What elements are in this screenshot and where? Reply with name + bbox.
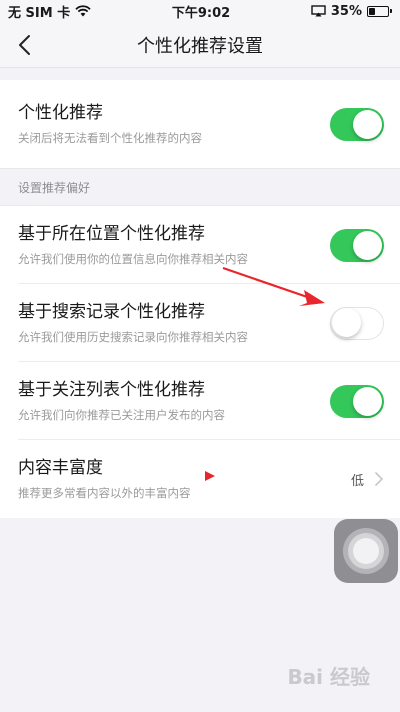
assistive-ring	[343, 528, 389, 574]
setting-title: 基于关注列表个性化推荐	[18, 380, 205, 400]
setting-subtitle: 允许我们使用历史搜索记录向你推荐相关内容	[18, 330, 248, 344]
carrier-label: 无 SIM 卡	[8, 5, 71, 21]
setting-row-personalized: 个性化推荐 关闭后将无法看到个性化推荐的内容	[0, 80, 400, 168]
toggle-knob	[332, 308, 361, 337]
toggle-knob	[353, 386, 382, 416]
personalized-toggle[interactable]	[330, 107, 384, 141]
setting-subtitle: 允许我们使用你的位置信息向你推荐相关内容	[18, 252, 248, 266]
status-bar: 无 SIM 卡 下午9:02 35%	[0, 0, 400, 22]
setting-text: 个性化推荐 关闭后将无法看到个性化推荐的内容	[18, 102, 330, 146]
follow-list-toggle[interactable]	[330, 384, 384, 418]
richness-value[interactable]: 低	[351, 470, 384, 489]
location-toggle[interactable]	[330, 228, 384, 262]
play-marker-icon	[205, 471, 215, 481]
battery-icon	[366, 5, 392, 17]
navigation-bar: 个性化推荐设置	[0, 22, 400, 68]
watermark: Bai 经验	[287, 665, 370, 689]
setting-title: 基于所在位置个性化推荐	[18, 224, 205, 244]
setting-text: 基于搜索记录个性化推荐 允许我们使用历史搜索记录向你推荐相关内容	[18, 301, 330, 345]
setting-subtitle: 关闭后将无法看到个性化推荐的内容	[18, 131, 202, 145]
setting-text: 基于所在位置个性化推荐 允许我们使用你的位置信息向你推荐相关内容	[18, 223, 330, 267]
setting-text: 基于关注列表个性化推荐 允许我们向你推荐已关注用户发布的内容	[18, 379, 330, 423]
section-header: 设置推荐偏好	[0, 168, 400, 206]
status-right: 35%	[311, 4, 392, 19]
toggle-knob	[353, 109, 382, 139]
setting-subtitle: 推荐更多常看内容以外的丰富内容	[18, 486, 191, 500]
page-title: 个性化推荐设置	[137, 35, 263, 57]
setting-title: 基于搜索记录个性化推荐	[18, 302, 205, 322]
main-setting-group: 个性化推荐 关闭后将无法看到个性化推荐的内容	[0, 80, 400, 168]
assistive-core	[353, 538, 379, 564]
setting-row-follow-list: 基于关注列表个性化推荐 允许我们向你推荐已关注用户发布的内容	[0, 362, 400, 440]
wifi-icon	[75, 5, 91, 17]
battery-percent: 35%	[330, 3, 362, 19]
chevron-left-icon[interactable]	[14, 33, 38, 57]
status-left: 无 SIM 卡	[8, 2, 91, 21]
assistive-touch-button[interactable]	[334, 519, 398, 583]
spacer	[0, 68, 400, 80]
screen-mirror-icon	[311, 5, 326, 17]
assistive-ring-inner	[348, 533, 384, 569]
chevron-right-icon	[375, 472, 383, 486]
toggle-knob	[353, 230, 382, 260]
setting-row-location: 基于所在位置个性化推荐 允许我们使用你的位置信息向你推荐相关内容	[0, 206, 400, 284]
search-history-toggle[interactable]	[330, 306, 384, 340]
preferences-group: 基于所在位置个性化推荐 允许我们使用你的位置信息向你推荐相关内容 基于搜索记录个…	[0, 206, 400, 518]
setting-text: 内容丰富度 推荐更多常看内容以外的丰富内容	[18, 457, 351, 501]
setting-title: 内容丰富度	[18, 458, 103, 478]
setting-row-search-history: 基于搜索记录个性化推荐 允许我们使用历史搜索记录向你推荐相关内容	[0, 284, 400, 362]
clock: 下午9:02	[171, 5, 231, 21]
setting-subtitle: 允许我们向你推荐已关注用户发布的内容	[18, 408, 225, 422]
setting-row-content-richness[interactable]: 内容丰富度 推荐更多常看内容以外的丰富内容 低	[0, 440, 400, 518]
richness-value-label: 低	[350, 473, 364, 489]
setting-title: 个性化推荐	[18, 103, 103, 123]
